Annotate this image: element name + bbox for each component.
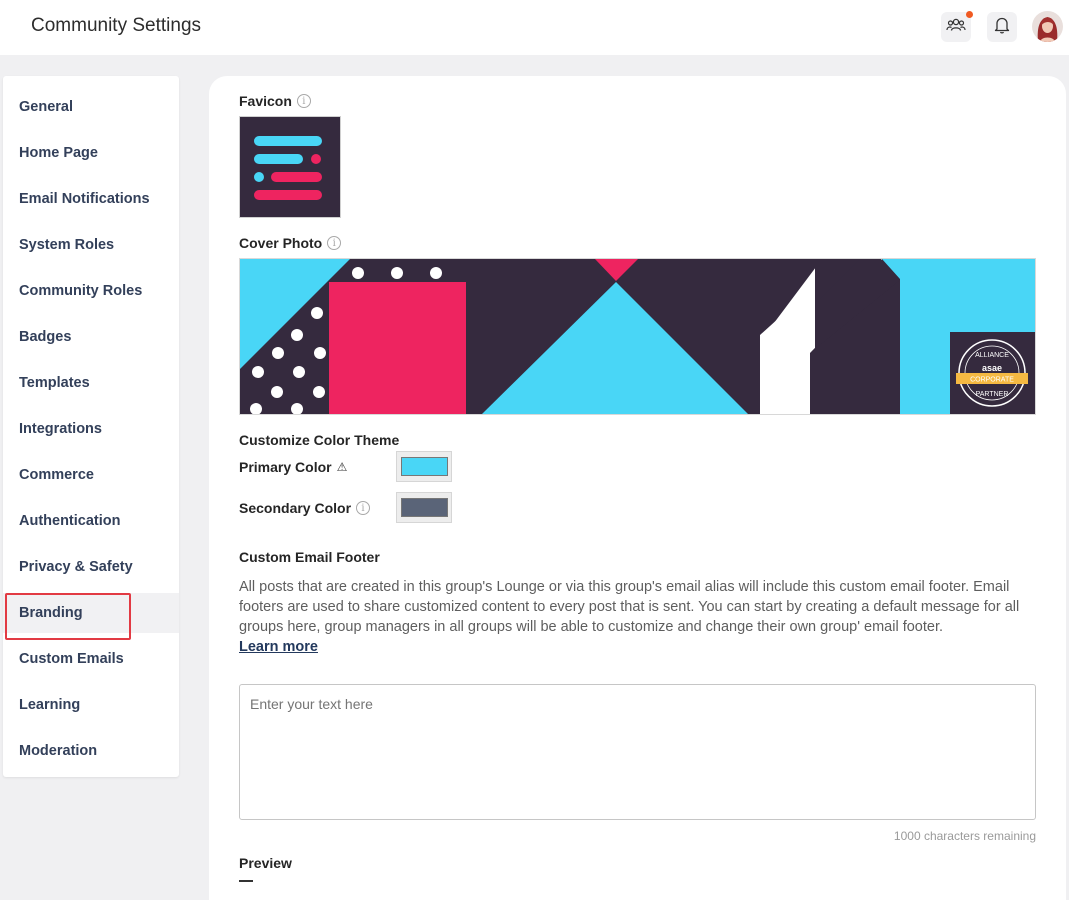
sidebar-item-general[interactable]: General (3, 87, 179, 127)
cover-photo-image[interactable]: ALLIANCE asae CORPORATE PARTNER (239, 258, 1036, 415)
info-icon[interactable]: i (327, 236, 342, 250)
members-icon (946, 17, 966, 38)
email-footer-description: All posts that are created in this group… (239, 579, 1020, 635)
warning-icon[interactable]: ⚠ (337, 460, 348, 474)
secondary-color-label: Secondary Color (239, 500, 352, 516)
settings-sidebar: General Home Page Email Notifications Sy… (3, 76, 179, 777)
bell-icon (994, 16, 1010, 39)
favicon-label: Favicon (239, 93, 292, 109)
learn-more-link[interactable]: Learn more (239, 639, 318, 655)
sidebar-item-commerce[interactable]: Commerce (3, 455, 179, 495)
primary-color-swatch (400, 457, 448, 476)
page-title: Community Settings (31, 15, 202, 36)
sidebar-item-email-notifications[interactable]: Email Notifications (3, 179, 179, 219)
primary-color-label-row: Primary Color ⚠ (239, 459, 347, 475)
sidebar-item-privacy-safety[interactable]: Privacy & Safety (3, 547, 179, 587)
sidebar-item-moderation[interactable]: Moderation (3, 731, 179, 771)
favicon-label-row: Favicon i (239, 93, 311, 109)
cover-photo-label: Cover Photo (239, 235, 323, 251)
character-counter: 1000 characters remaining (893, 829, 1036, 843)
secondary-color-picker[interactable] (396, 492, 452, 523)
sidebar-item-authentication[interactable]: Authentication (3, 501, 179, 541)
sidebar-item-custom-emails[interactable]: Custom Emails (3, 639, 179, 679)
sidebar-item-templates[interactable]: Templates (3, 363, 179, 403)
badge-top-text: ALLIANCE (975, 352, 1009, 359)
info-icon[interactable]: i (296, 94, 311, 108)
favicon-image[interactable] (239, 116, 341, 218)
secondary-color-swatch (400, 498, 448, 517)
primary-color-label: Primary Color (239, 459, 332, 475)
badge-brand-text: asae (982, 363, 1002, 373)
email-footer-textarea[interactable] (239, 684, 1036, 820)
sidebar-item-learning[interactable]: Learning (3, 685, 179, 725)
primary-color-picker[interactable] (396, 451, 452, 482)
members-button[interactable] (941, 11, 973, 42)
preview-label: Preview (239, 855, 292, 871)
preview-divider (239, 880, 253, 882)
sidebar-item-integrations[interactable]: Integrations (3, 409, 179, 449)
sidebar-item-home-page[interactable]: Home Page (3, 133, 179, 173)
info-icon[interactable]: i (356, 501, 371, 515)
secondary-color-label-row: Secondary Color i (239, 500, 371, 516)
notifications-button[interactable] (987, 12, 1017, 42)
user-avatar[interactable] (1032, 11, 1063, 42)
sidebar-item-system-roles[interactable]: System Roles (3, 225, 179, 265)
badge-bottom-text: PARTNER (976, 391, 1009, 398)
notification-dot (966, 11, 973, 18)
cover-photo-label-row: Cover Photo i (239, 235, 342, 251)
sidebar-item-community-roles[interactable]: Community Roles (3, 271, 179, 311)
color-theme-title: Customize Color Theme (239, 432, 400, 448)
email-footer-title: Custom Email Footer (239, 549, 380, 565)
top-bar: Community Settings (0, 0, 1069, 55)
branding-panel: Favicon i Cover Photo i ALLIANCE asae CO… (209, 76, 1066, 900)
badge-ribbon-text: CORPORATE (970, 377, 1014, 384)
branding-highlight-box (5, 593, 131, 640)
sidebar-item-badges[interactable]: Badges (3, 317, 179, 357)
